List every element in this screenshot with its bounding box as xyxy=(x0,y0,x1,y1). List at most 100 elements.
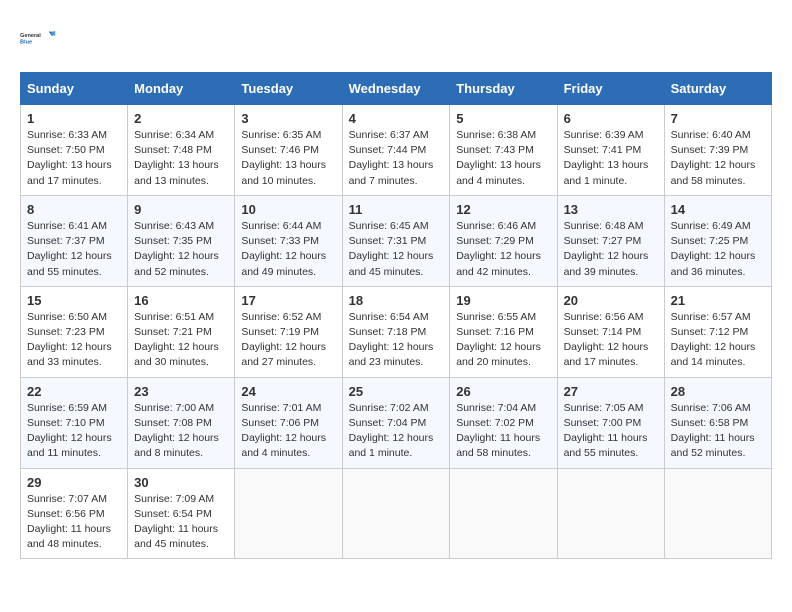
day-number: 28 xyxy=(671,384,765,399)
calendar-cell xyxy=(235,468,342,559)
weekday-header-sunday: Sunday xyxy=(21,73,128,105)
day-number: 21 xyxy=(671,293,765,308)
week-row-3: 15 Sunrise: 6:50 AMSunset: 7:23 PMDayligh… xyxy=(21,286,772,377)
day-info: Sunrise: 6:57 AMSunset: 7:12 PMDaylight:… xyxy=(671,310,765,371)
day-info: Sunrise: 6:41 AMSunset: 7:37 PMDaylight:… xyxy=(27,219,121,280)
page-header: General Blue xyxy=(20,20,772,56)
weekday-header-saturday: Saturday xyxy=(664,73,771,105)
calendar-cell: 7Sunrise: 6:40 AMSunset: 7:39 PMDaylight… xyxy=(664,105,771,196)
calendar-cell: 26 Sunrise: 7:04 AMSunset: 7:02 PMDayligh… xyxy=(450,377,557,468)
day-number: 23 xyxy=(134,384,228,399)
day-info: Sunrise: 6:37 AMSunset: 7:44 PMDaylight:… xyxy=(349,128,444,189)
weekday-header-monday: Monday xyxy=(128,73,235,105)
day-info: Sunrise: 6:59 AMSunset: 7:10 PMDaylight:… xyxy=(27,401,121,462)
day-info: Sunrise: 6:34 AMSunset: 7:48 PMDaylight:… xyxy=(134,128,228,189)
day-info: Sunrise: 7:05 AMSunset: 7:00 PMDaylight:… xyxy=(564,401,658,462)
day-number: 25 xyxy=(349,384,444,399)
week-row-4: 22 Sunrise: 6:59 AMSunset: 7:10 PMDayligh… xyxy=(21,377,772,468)
day-number: 5 xyxy=(456,111,550,126)
day-number: 2 xyxy=(134,111,228,126)
day-number: 12 xyxy=(456,202,550,217)
calendar-cell xyxy=(664,468,771,559)
svg-text:General: General xyxy=(20,33,41,39)
calendar-cell: 19 Sunrise: 6:55 AMSunset: 7:16 PMDayligh… xyxy=(450,286,557,377)
calendar-table: SundayMondayTuesdayWednesdayThursdayFrid… xyxy=(20,72,772,559)
calendar-cell: 23 Sunrise: 7:00 AMSunset: 7:08 PMDayligh… xyxy=(128,377,235,468)
calendar-cell: 9 Sunrise: 6:43 AMSunset: 7:35 PMDaylight… xyxy=(128,195,235,286)
calendar-cell: 8 Sunrise: 6:41 AMSunset: 7:37 PMDaylight… xyxy=(21,195,128,286)
calendar-cell: 13 Sunrise: 6:48 AMSunset: 7:27 PMDayligh… xyxy=(557,195,664,286)
day-info: Sunrise: 6:55 AMSunset: 7:16 PMDaylight:… xyxy=(456,310,550,371)
calendar-cell: 24 Sunrise: 7:01 AMSunset: 7:06 PMDayligh… xyxy=(235,377,342,468)
day-number: 6 xyxy=(564,111,658,126)
calendar-cell: 21 Sunrise: 6:57 AMSunset: 7:12 PMDayligh… xyxy=(664,286,771,377)
week-row-5: 29Sunrise: 7:07 AMSunset: 6:56 PMDayligh… xyxy=(21,468,772,559)
day-info: Sunrise: 7:01 AMSunset: 7:06 PMDaylight:… xyxy=(241,401,335,462)
day-info: Sunrise: 6:45 AMSunset: 7:31 PMDaylight:… xyxy=(349,219,444,280)
day-info: Sunrise: 6:54 AMSunset: 7:18 PMDaylight:… xyxy=(349,310,444,371)
calendar-cell: 29Sunrise: 7:07 AMSunset: 6:56 PMDayligh… xyxy=(21,468,128,559)
day-number: 22 xyxy=(27,384,121,399)
day-info: Sunrise: 7:07 AMSunset: 6:56 PMDaylight:… xyxy=(27,492,121,553)
calendar-cell: 14Sunrise: 6:49 AMSunset: 7:25 PMDayligh… xyxy=(664,195,771,286)
day-number: 30 xyxy=(134,475,228,490)
day-info: Sunrise: 6:39 AMSunset: 7:41 PMDaylight:… xyxy=(564,128,658,189)
weekday-header-thursday: Thursday xyxy=(450,73,557,105)
weekday-header-row: SundayMondayTuesdayWednesdayThursdayFrid… xyxy=(21,73,772,105)
calendar-cell: 5 Sunrise: 6:38 AMSunset: 7:43 PMDaylight… xyxy=(450,105,557,196)
calendar-cell: 22 Sunrise: 6:59 AMSunset: 7:10 PMDayligh… xyxy=(21,377,128,468)
day-number: 24 xyxy=(241,384,335,399)
day-number: 20 xyxy=(564,293,658,308)
day-number: 17 xyxy=(241,293,335,308)
day-info: Sunrise: 7:06 AMSunset: 6:58 PMDaylight:… xyxy=(671,401,765,462)
day-info: Sunrise: 6:35 AMSunset: 7:46 PMDaylight:… xyxy=(241,128,335,189)
day-info: Sunrise: 6:44 AMSunset: 7:33 PMDaylight:… xyxy=(241,219,335,280)
weekday-header-wednesday: Wednesday xyxy=(342,73,450,105)
day-info: Sunrise: 6:46 AMSunset: 7:29 PMDaylight:… xyxy=(456,219,550,280)
week-row-1: 1 Sunrise: 6:33 AMSunset: 7:50 PMDaylight… xyxy=(21,105,772,196)
day-number: 13 xyxy=(564,202,658,217)
calendar-cell xyxy=(342,468,450,559)
week-row-2: 8 Sunrise: 6:41 AMSunset: 7:37 PMDaylight… xyxy=(21,195,772,286)
day-info: Sunrise: 6:43 AMSunset: 7:35 PMDaylight:… xyxy=(134,219,228,280)
day-info: Sunrise: 6:40 AMSunset: 7:39 PMDaylight:… xyxy=(671,128,765,189)
calendar-cell: 30 Sunrise: 7:09 AMSunset: 6:54 PMDayligh… xyxy=(128,468,235,559)
day-info: Sunrise: 6:51 AMSunset: 7:21 PMDaylight:… xyxy=(134,310,228,371)
day-info: Sunrise: 7:02 AMSunset: 7:04 PMDaylight:… xyxy=(349,401,444,462)
day-number: 14 xyxy=(671,202,765,217)
calendar-cell: 4 Sunrise: 6:37 AMSunset: 7:44 PMDaylight… xyxy=(342,105,450,196)
calendar-cell: 28 Sunrise: 7:06 AMSunset: 6:58 PMDayligh… xyxy=(664,377,771,468)
day-number: 9 xyxy=(134,202,228,217)
day-info: Sunrise: 7:00 AMSunset: 7:08 PMDaylight:… xyxy=(134,401,228,462)
day-info: Sunrise: 6:56 AMSunset: 7:14 PMDaylight:… xyxy=(564,310,658,371)
day-number: 26 xyxy=(456,384,550,399)
calendar-cell: 1 Sunrise: 6:33 AMSunset: 7:50 PMDaylight… xyxy=(21,105,128,196)
day-number: 1 xyxy=(27,111,121,126)
calendar-cell: 15 Sunrise: 6:50 AMSunset: 7:23 PMDayligh… xyxy=(21,286,128,377)
calendar-cell xyxy=(557,468,664,559)
day-info: Sunrise: 6:48 AMSunset: 7:27 PMDaylight:… xyxy=(564,219,658,280)
svg-text:Blue: Blue xyxy=(20,40,32,46)
calendar-cell xyxy=(450,468,557,559)
calendar-cell: 10Sunrise: 6:44 AMSunset: 7:33 PMDayligh… xyxy=(235,195,342,286)
calendar-cell: 12 Sunrise: 6:46 AMSunset: 7:29 PMDayligh… xyxy=(450,195,557,286)
day-info: Sunrise: 6:50 AMSunset: 7:23 PMDaylight:… xyxy=(27,310,121,371)
day-number: 4 xyxy=(349,111,444,126)
day-info: Sunrise: 6:33 AMSunset: 7:50 PMDaylight:… xyxy=(27,128,121,189)
calendar-cell: 16 Sunrise: 6:51 AMSunset: 7:21 PMDayligh… xyxy=(128,286,235,377)
day-info: Sunrise: 7:09 AMSunset: 6:54 PMDaylight:… xyxy=(134,492,228,553)
calendar-cell: 25 Sunrise: 7:02 AMSunset: 7:04 PMDayligh… xyxy=(342,377,450,468)
calendar-cell: 2 Sunrise: 6:34 AMSunset: 7:48 PMDaylight… xyxy=(128,105,235,196)
day-info: Sunrise: 7:04 AMSunset: 7:02 PMDaylight:… xyxy=(456,401,550,462)
calendar-cell: 17Sunrise: 6:52 AMSunset: 7:19 PMDayligh… xyxy=(235,286,342,377)
day-info: Sunrise: 6:38 AMSunset: 7:43 PMDaylight:… xyxy=(456,128,550,189)
logo-icon: General Blue xyxy=(20,20,56,56)
day-number: 3 xyxy=(241,111,335,126)
day-number: 15 xyxy=(27,293,121,308)
calendar-cell: 3 Sunrise: 6:35 AMSunset: 7:46 PMDaylight… xyxy=(235,105,342,196)
day-number: 8 xyxy=(27,202,121,217)
day-number: 16 xyxy=(134,293,228,308)
day-number: 19 xyxy=(456,293,550,308)
calendar-cell: 27Sunrise: 7:05 AMSunset: 7:00 PMDayligh… xyxy=(557,377,664,468)
calendar-cell: 18Sunrise: 6:54 AMSunset: 7:18 PMDayligh… xyxy=(342,286,450,377)
